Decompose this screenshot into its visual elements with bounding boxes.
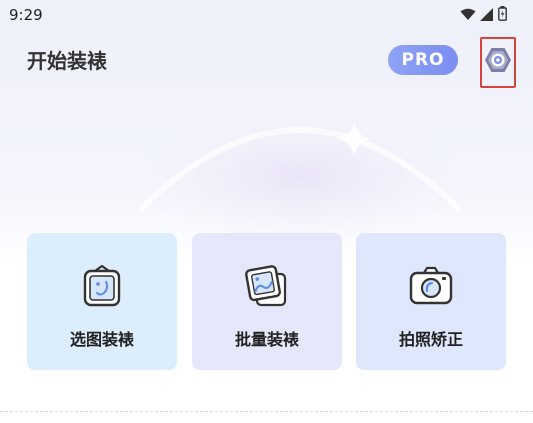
wifi-icon <box>460 7 476 25</box>
stacked-photos-icon <box>244 263 290 309</box>
card-label: 批量装裱 <box>234 330 299 349</box>
card-label: 选图装裱 <box>69 330 134 349</box>
pro-badge[interactable]: PRO <box>388 45 458 75</box>
sparkle-icon <box>337 122 371 156</box>
photo-correction-card[interactable]: 拍照矫正 <box>356 233 506 370</box>
settings-hex-icon <box>483 46 513 78</box>
framed-picture-icon <box>79 263 125 309</box>
camera-icon <box>408 263 454 309</box>
battery-icon <box>498 6 507 25</box>
status-bar: 9:29 <box>0 0 533 30</box>
status-time: 9:29 <box>9 6 43 24</box>
dashed-divider <box>0 411 533 412</box>
select-image-frame-card[interactable]: 选图装裱 <box>27 233 177 370</box>
signal-icon <box>480 7 494 25</box>
batch-frame-card[interactable]: 批量装裱 <box>192 233 342 370</box>
page-title: 开始装裱 <box>27 49 107 73</box>
settings-button[interactable] <box>480 37 516 88</box>
card-label: 拍照矫正 <box>398 330 463 349</box>
status-icons <box>460 6 507 25</box>
background-decoration <box>130 100 470 240</box>
